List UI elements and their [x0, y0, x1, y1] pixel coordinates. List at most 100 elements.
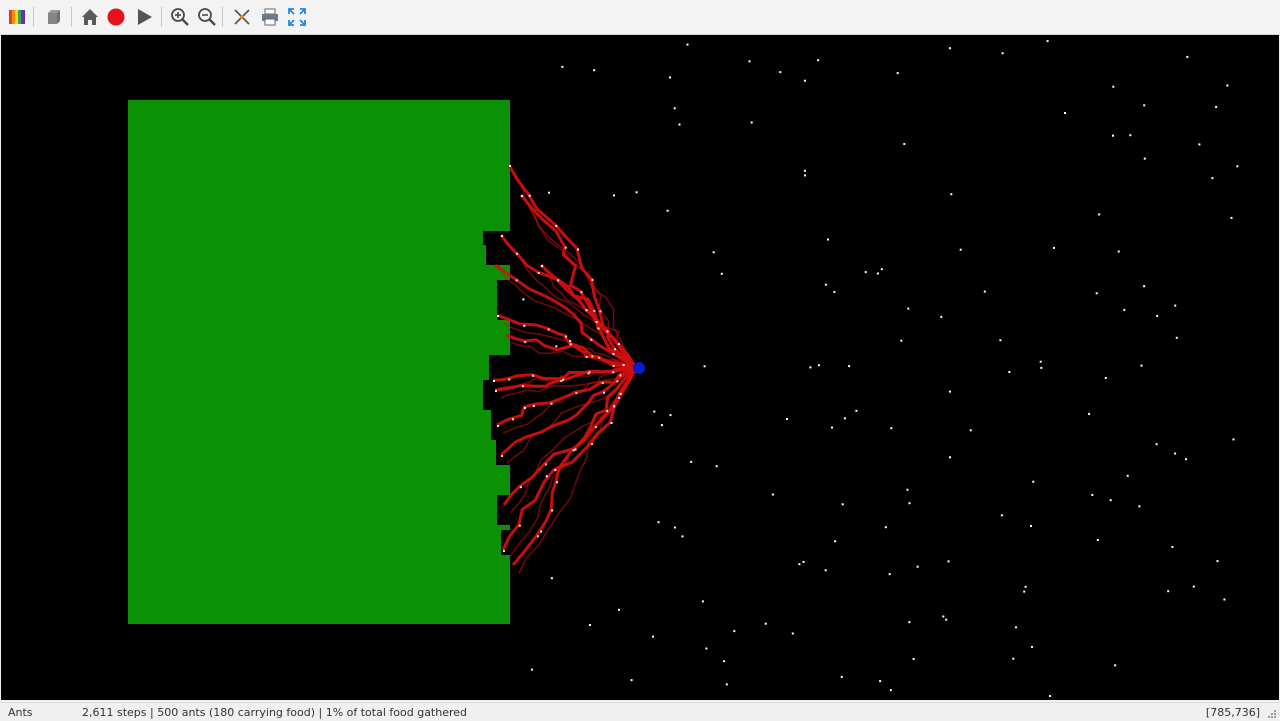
ant [912, 658, 915, 660]
ant [1109, 499, 1112, 502]
ant [840, 675, 843, 678]
ant-carrying-food [493, 380, 495, 382]
resize-grip-icon[interactable] [1267, 709, 1277, 719]
ant-carrying-food [616, 380, 619, 383]
ant-carrying-food [597, 327, 600, 330]
ant-carrying-food [497, 315, 499, 317]
ant [1104, 377, 1107, 379]
ant [817, 59, 820, 62]
ant [834, 540, 837, 543]
ant [1211, 177, 1214, 180]
ant [701, 600, 704, 603]
ant [945, 618, 948, 621]
ant-nest [633, 362, 645, 374]
ant [889, 689, 892, 692]
ant [804, 174, 806, 177]
ant [1112, 134, 1114, 137]
ant [1129, 134, 1132, 137]
ant [824, 283, 827, 286]
ant [635, 191, 638, 194]
ant [1185, 458, 1187, 461]
ant [522, 298, 525, 301]
play-icon[interactable] [132, 5, 156, 29]
ant [1143, 104, 1146, 107]
ant [1175, 336, 1178, 339]
ant [983, 290, 986, 293]
ant [1216, 560, 1219, 563]
ant-carrying-food [575, 392, 578, 395]
ant [802, 561, 805, 563]
ant-carrying-food [619, 392, 622, 395]
ant [622, 364, 625, 366]
ant-carrying-food [569, 343, 572, 346]
ant-carrying-food [612, 353, 615, 356]
zoom-out-icon[interactable] [195, 5, 219, 29]
ant-carrying-food [521, 195, 523, 197]
ant-carrying-food [521, 385, 524, 388]
ant [791, 632, 794, 635]
ant [1095, 292, 1098, 295]
ant-carrying-food [618, 396, 621, 399]
ant [748, 60, 751, 63]
ant [1091, 493, 1094, 496]
ant [681, 535, 684, 538]
ant [879, 680, 882, 683]
ant [841, 503, 844, 506]
ant [589, 624, 591, 626]
ant [548, 191, 550, 194]
cursor-coordinates: [785,736] [1205, 706, 1260, 719]
ant [949, 456, 951, 459]
ant [673, 526, 676, 529]
ant-carrying-food [544, 463, 547, 466]
ant [1064, 112, 1066, 114]
ant [555, 345, 558, 348]
ant-carrying-food [550, 402, 553, 405]
ant [779, 71, 782, 74]
palette-icon[interactable] [5, 5, 29, 29]
ant-carrying-food [518, 524, 521, 527]
ant [1171, 545, 1174, 548]
ant [848, 365, 851, 368]
eaten-food-patch [491, 410, 511, 440]
ant [1098, 213, 1101, 216]
ant-carrying-food [501, 235, 503, 237]
ant-carrying-food [593, 309, 596, 312]
ant-carrying-food [512, 418, 514, 421]
ant [908, 502, 911, 505]
cube-icon[interactable] [42, 5, 66, 29]
ant [723, 660, 726, 663]
ant-carrying-food [588, 371, 591, 374]
ant-carrying-food [599, 310, 602, 313]
ant-carrying-food [528, 194, 531, 197]
ant [673, 107, 676, 110]
ant [733, 630, 736, 633]
ant-carrying-food [562, 378, 565, 381]
ant-carrying-food [557, 279, 560, 282]
ant [657, 521, 660, 524]
ant-carrying-food [537, 272, 540, 274]
ant [1215, 105, 1218, 108]
ant-carrying-food [554, 469, 557, 472]
simulation-canvas[interactable] [1, 35, 1279, 700]
fullscreen-icon[interactable] [285, 5, 309, 29]
ant [1008, 371, 1011, 373]
ant [817, 364, 820, 367]
ant-carrying-food [515, 279, 518, 282]
ant-carrying-food [606, 330, 609, 333]
print-icon[interactable] [258, 5, 282, 29]
ant-carrying-food [585, 309, 588, 312]
ant [1000, 514, 1003, 517]
toolbar [0, 0, 1280, 35]
home-icon[interactable] [78, 5, 102, 29]
ant [786, 418, 788, 420]
ant [942, 615, 945, 618]
ant [907, 307, 910, 310]
record-icon[interactable] [104, 5, 128, 29]
ant-carrying-food [519, 486, 522, 489]
ant [1230, 216, 1233, 219]
crosshair-icon[interactable] [230, 5, 254, 29]
zoom-in-icon[interactable] [168, 5, 192, 29]
ant [803, 79, 806, 82]
ant-carrying-food [619, 374, 622, 377]
ant [550, 577, 553, 580]
